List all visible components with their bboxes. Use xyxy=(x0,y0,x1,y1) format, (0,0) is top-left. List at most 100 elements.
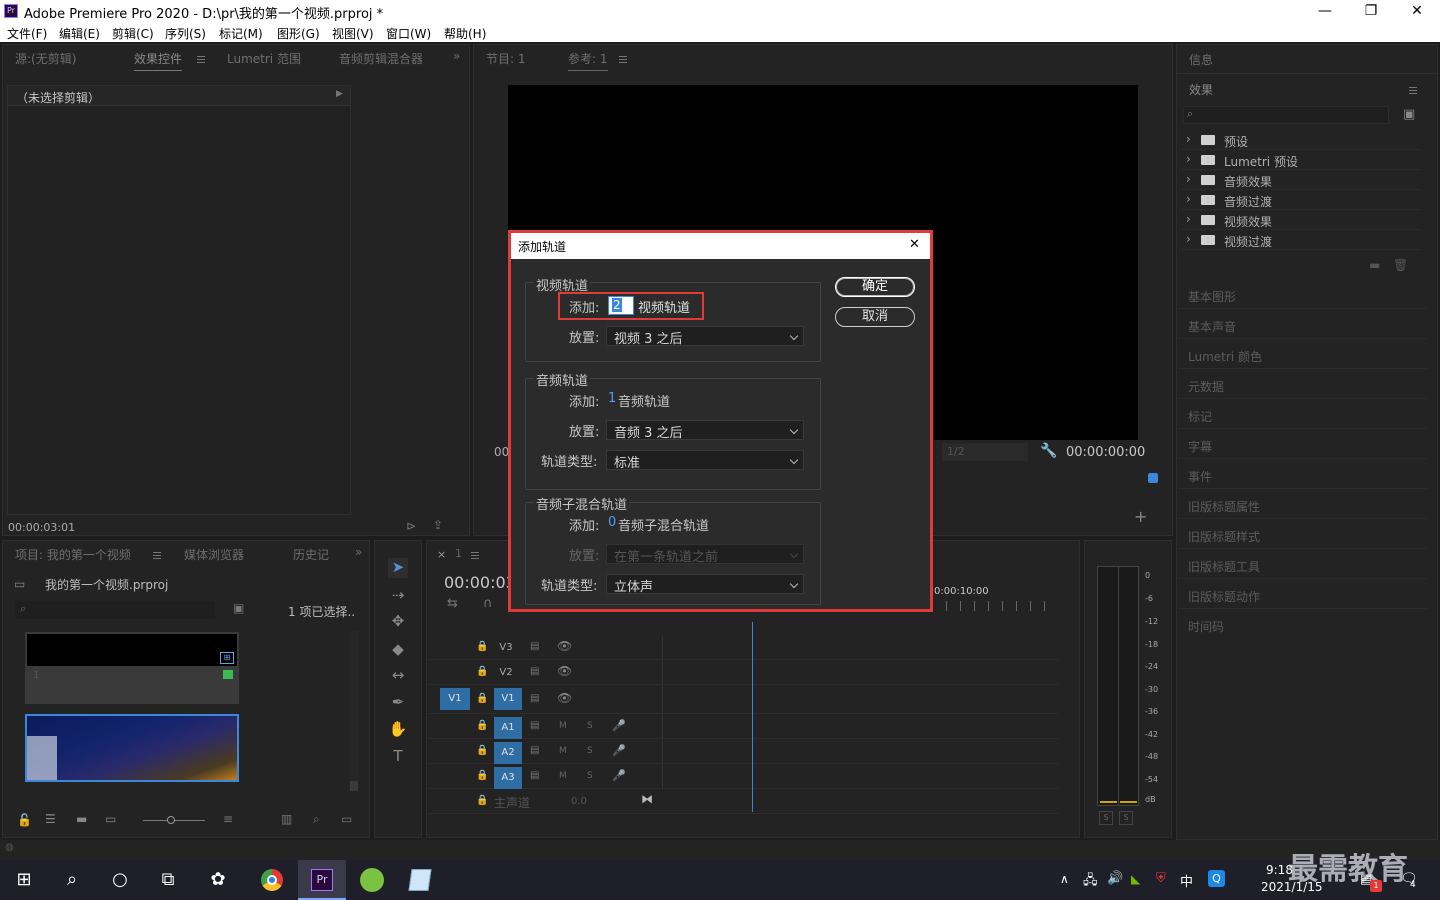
eye-icon[interactable]: 👁 xyxy=(557,691,572,705)
master-volume-value[interactable]: 0.0 xyxy=(571,796,587,807)
search-icon[interactable]: ⌕ xyxy=(48,860,96,900)
effect-folder-audio-transitions[interactable]: › 音频过渡 xyxy=(1181,190,1421,210)
effect-folder-video-effects[interactable]: › 视频效果 xyxy=(1181,210,1421,230)
project-item-sequence[interactable]: ⊞ 1 xyxy=(25,632,239,704)
tab-audio-clip-mixer[interactable]: 音频剪辑混合器 xyxy=(339,50,423,67)
chevron-up-icon[interactable]: ∧ xyxy=(1060,872,1069,886)
tab-history[interactable]: 历史记 xyxy=(293,546,329,563)
audio-count-value[interactable]: 1 xyxy=(608,391,616,406)
tab-menu-icon[interactable] xyxy=(197,56,205,63)
cortana-icon[interactable]: ○ xyxy=(96,860,144,900)
tab-project[interactable]: 项目: 我的第一个视频 xyxy=(15,546,131,563)
track-label-v1[interactable]: V1 xyxy=(494,688,522,710)
ok-button[interactable]: 确定 xyxy=(835,277,915,297)
ripple-edit-tool-icon[interactable]: ✥ xyxy=(388,612,408,632)
project-item-video-clip[interactable] xyxy=(25,714,239,782)
track-label-v3[interactable]: V3 xyxy=(496,639,516,657)
solo-button[interactable]: S xyxy=(587,771,593,781)
lock-icon[interactable]: 🔓 xyxy=(17,813,32,827)
tab-media-browser[interactable]: 媒体浏览器 xyxy=(184,546,244,563)
section-events[interactable]: 事件 xyxy=(1178,460,1428,489)
sort-icon[interactable]: ≡ xyxy=(223,812,233,826)
video-placement-select[interactable]: 视频 3 之后 xyxy=(606,326,804,347)
track-label-a1[interactable]: A1 xyxy=(494,717,522,739)
effect-folder-video-transitions[interactable]: › 视频过渡 xyxy=(1181,230,1421,250)
track-label-v2[interactable]: V2 xyxy=(496,664,516,682)
section-legacy-title-tools[interactable]: 旧版标题工具 xyxy=(1178,550,1428,579)
notepad-app-icon[interactable] xyxy=(396,860,444,900)
menu-view[interactable]: 视图(V) xyxy=(332,25,374,42)
expand-arrow-icon[interactable]: ▶ xyxy=(336,89,343,99)
project-search-input[interactable]: ⌕ xyxy=(15,601,215,619)
sequence-tab-label[interactable]: 1 xyxy=(455,547,462,560)
audio-placement-select[interactable]: 音频 3 之后 xyxy=(606,420,804,441)
solo-left-button[interactable]: S xyxy=(1099,811,1113,825)
microphone-icon[interactable]: 🎤 xyxy=(612,719,626,732)
security-icon[interactable]: ⛨ xyxy=(1156,871,1166,886)
add-button-icon[interactable]: + xyxy=(1134,507,1147,526)
green-app-icon[interactable] xyxy=(348,860,396,900)
lock-icon[interactable]: 🔒 xyxy=(476,666,488,677)
new-bin-icon[interactable]: ▣ xyxy=(1403,107,1415,122)
section-lumetri-color[interactable]: Lumetri 颜色 xyxy=(1178,340,1428,369)
cancel-button[interactable]: 取消 xyxy=(835,307,915,327)
program-timecode-right[interactable]: 00:00:00:00 xyxy=(1066,445,1145,460)
close-sequence-icon[interactable]: × xyxy=(437,548,446,561)
pinwheel-app-icon[interactable]: ✿ xyxy=(194,860,242,900)
section-essential-graphics[interactable]: 基本图形 xyxy=(1178,280,1428,309)
effects-menu-icon[interactable] xyxy=(1409,87,1417,94)
tab-menu-icon[interactable] xyxy=(153,552,161,559)
effect-folder-presets[interactable]: › 预设 xyxy=(1181,130,1421,150)
menu-help[interactable]: 帮助(H) xyxy=(444,25,486,42)
tab-effect-controls[interactable]: 效果控件 xyxy=(134,50,183,71)
info-tab[interactable]: 信息 xyxy=(1189,51,1213,68)
sync-lock-icon[interactable]: ▤ xyxy=(530,720,539,731)
section-captions[interactable]: 字幕 xyxy=(1178,430,1428,459)
section-legacy-title-actions[interactable]: 旧版标题动作 xyxy=(1178,580,1428,609)
solo-button[interactable]: S xyxy=(587,721,593,731)
audio-track-type-select[interactable]: 标准 xyxy=(606,450,804,471)
lock-icon[interactable]: 🔒 xyxy=(476,795,488,806)
dialog-close-button[interactable]: ✕ xyxy=(909,237,920,252)
section-timecode[interactable]: 时间码 xyxy=(1178,610,1428,639)
effect-folder-audio-effects[interactable]: › 音频效果 xyxy=(1181,170,1421,190)
new-item-icon[interactable]: ▭ xyxy=(341,812,352,826)
lock-icon[interactable]: 🔒 xyxy=(476,770,488,781)
project-scrollbar[interactable] xyxy=(349,631,359,791)
mute-button[interactable]: M xyxy=(559,721,567,731)
mute-button[interactable]: M xyxy=(559,746,567,756)
solo-right-button[interactable]: S xyxy=(1119,811,1133,825)
section-markers[interactable]: 标记 xyxy=(1178,400,1428,429)
track-select-tool-icon[interactable]: ⇢ xyxy=(388,586,408,606)
selection-tool-icon[interactable]: ➤ xyxy=(388,558,408,578)
filter-icon[interactable]: ⊳ xyxy=(406,519,416,533)
microphone-icon[interactable]: 🎤 xyxy=(612,744,626,757)
snap-icon[interactable]: ⇆ xyxy=(447,596,458,611)
master-expand-icon[interactable]: ⧓ xyxy=(641,792,653,806)
export-icon[interactable]: ⇪ xyxy=(433,518,443,532)
submix-count-value[interactable]: 0 xyxy=(608,515,616,530)
slip-tool-icon[interactable]: ↔ xyxy=(388,666,408,686)
eye-icon[interactable]: 👁 xyxy=(557,664,572,678)
chrome-icon[interactable] xyxy=(248,860,296,900)
tab-lumetri-scopes[interactable]: Lumetri 范围 xyxy=(227,50,301,67)
type-tool-icon[interactable]: T xyxy=(388,747,408,767)
wrench-icon[interactable]: 🔧 xyxy=(1040,443,1057,459)
effect-folder-lumetri-presets[interactable]: › Lumetri 预设 xyxy=(1181,150,1421,170)
timeline-timecode[interactable]: 00:00:03 xyxy=(444,573,516,592)
menu-graphics[interactable]: 图形(G) xyxy=(277,25,320,42)
windows-start-icon[interactable]: ⊞ xyxy=(0,860,48,900)
panel-overflow-icon[interactable]: » xyxy=(453,49,460,63)
program-timecode-left[interactable]: 00 xyxy=(494,445,509,459)
tab-source[interactable]: 源:(无剪辑) xyxy=(15,50,76,67)
source-patch-v1[interactable]: V1 xyxy=(440,688,470,710)
menu-sequence[interactable]: 序列(S) xyxy=(165,25,206,42)
hand-tool-icon[interactable]: ✋ xyxy=(388,720,408,740)
new-bin-icon[interactable]: ▣ xyxy=(233,601,244,615)
lock-icon[interactable]: 🔒 xyxy=(476,720,488,731)
tab-reference[interactable]: 参考: 1 xyxy=(568,50,608,71)
menu-file[interactable]: 文件(F) xyxy=(7,25,47,42)
razor-tool-icon[interactable]: ◆ xyxy=(388,640,408,660)
video-count-input[interactable]: 2 xyxy=(608,296,634,315)
sync-lock-icon[interactable]: ▤ xyxy=(530,693,539,704)
